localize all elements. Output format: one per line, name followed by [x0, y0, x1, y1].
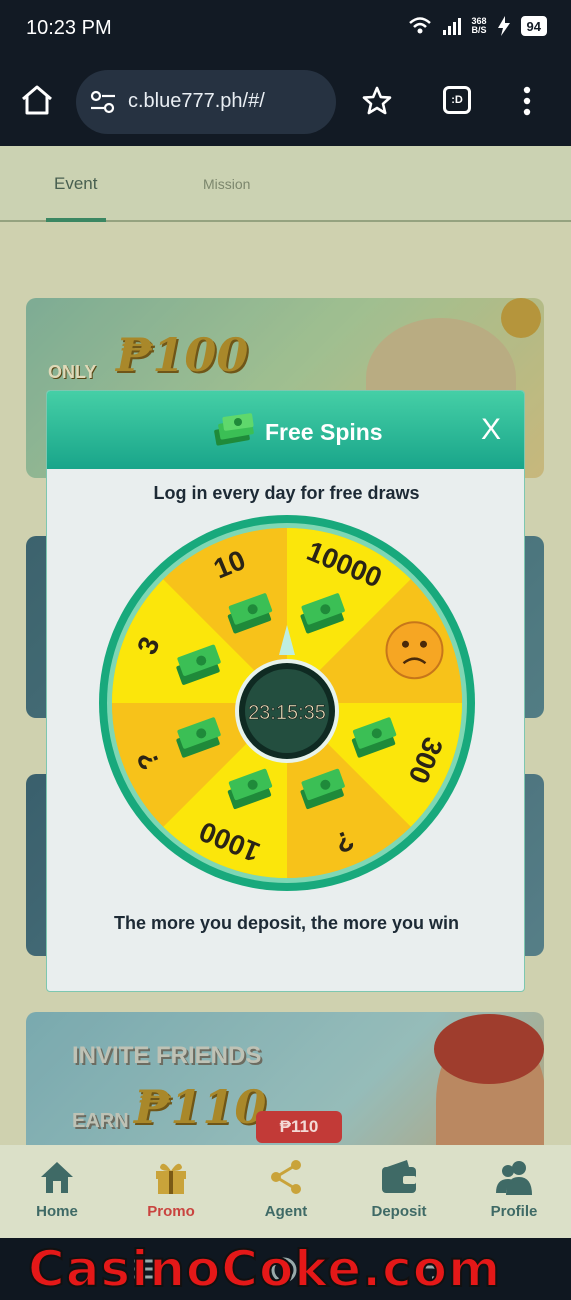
wifi-icon	[408, 17, 431, 34]
users-icon	[496, 1161, 532, 1195]
bookmark-star-icon[interactable]	[362, 86, 392, 116]
nav-home-label: Home	[36, 1203, 78, 1220]
free-spins-dialog: Free Spins X Log in every day for free d…	[46, 390, 525, 992]
home-icon[interactable]	[20, 84, 54, 116]
more-menu-icon[interactable]	[522, 86, 532, 116]
wallet-icon	[382, 1160, 416, 1193]
dialog-title: Free Spins	[265, 419, 383, 445]
browser-toolbar: c.blue777.ph/#/ :D	[0, 60, 571, 146]
nav-promo-label: Promo	[147, 1203, 195, 1220]
prize-wheel[interactable]: 10000 300 ? 1000 ? 3 10 23:15:35	[97, 513, 477, 893]
agent-reward-badge: ₱110	[256, 1111, 342, 1143]
countdown-timer: 23:15:35	[248, 702, 326, 724]
gift-icon	[156, 1163, 186, 1194]
dialog-header: Free Spins X	[47, 391, 524, 469]
site-settings-icon[interactable]	[90, 90, 116, 114]
watermark-logo: CasinoCoke.com	[27, 1239, 502, 1299]
nav-deposit[interactable]: Deposit	[354, 1157, 444, 1220]
dialog-footer-text: The more you deposit, the more you win	[113, 913, 460, 933]
network-speed: 368 B/S	[472, 17, 487, 35]
dialog-subtitle: Log in every day for free draws	[153, 483, 420, 503]
status-time: 10:23 PM	[26, 17, 112, 39]
sad-face-icon	[385, 621, 444, 680]
nav-deposit-label: Deposit	[371, 1203, 427, 1220]
net-speed-unit: B/S	[471, 25, 487, 35]
nav-agent[interactable]: Agent	[241, 1157, 331, 1220]
nav-home[interactable]: Home	[12, 1157, 102, 1220]
url-text[interactable]: c.blue777.ph/#/	[128, 90, 265, 113]
nav-agent-label: Agent	[264, 1203, 308, 1220]
battery-indicator: 94	[520, 16, 547, 36]
status-bar: 10:23 PM 368 B/S 94	[0, 0, 571, 60]
share-icon	[271, 1160, 301, 1194]
close-button[interactable]: X	[481, 413, 501, 447]
tab-switcher-button[interactable]: :D	[443, 86, 471, 114]
bottom-nav: ₱110 Home Promo Agent Deposit Profile	[0, 1111, 571, 1238]
status-icons: 368 B/S 94	[408, 16, 547, 36]
cash-stack-icon	[214, 413, 254, 446]
signal-icon	[442, 18, 461, 35]
charging-icon	[497, 16, 510, 36]
nav-profile[interactable]: Profile	[469, 1157, 559, 1220]
nav-profile-label: Profile	[490, 1203, 538, 1220]
nav-promo[interactable]: Promo	[126, 1157, 216, 1220]
home-icon	[41, 1162, 73, 1193]
address-bar[interactable]: c.blue777.ph/#/	[76, 70, 336, 134]
